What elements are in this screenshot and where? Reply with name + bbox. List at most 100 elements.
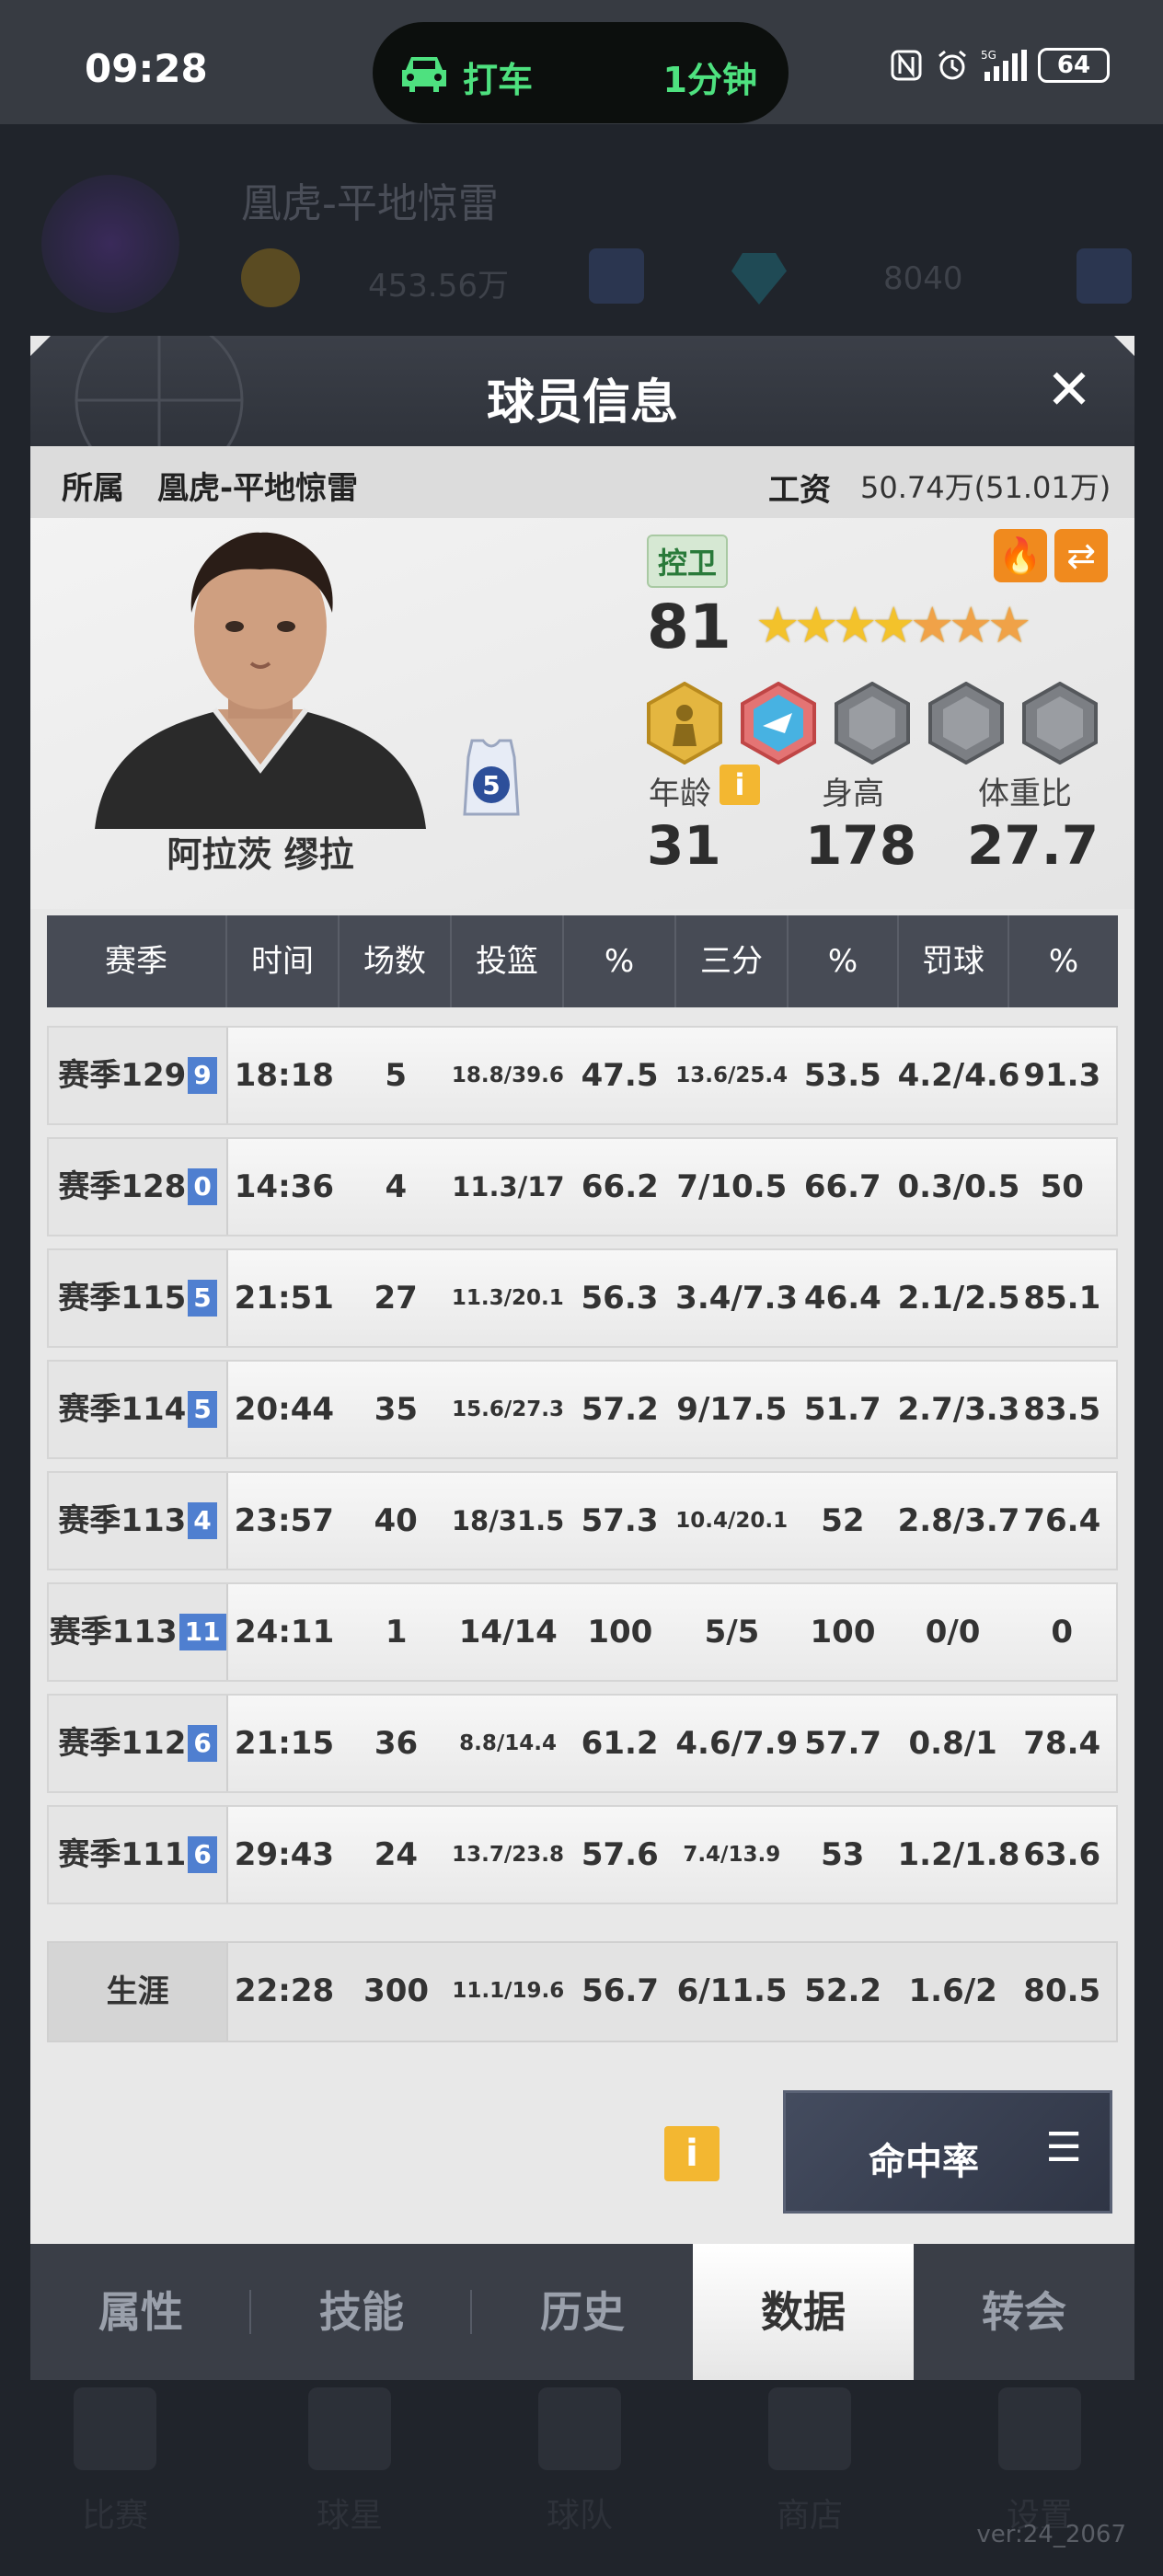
three-cell: 10.4/20.1 [675, 1509, 789, 1533]
header-ft-pct[interactable]: % [1009, 915, 1118, 1007]
time-cell: 23:57 [234, 1502, 334, 1539]
tab-attributes[interactable]: 属性 [30, 2244, 251, 2380]
alarm-icon [938, 50, 966, 80]
header-fg-pct[interactable]: % [564, 915, 676, 1007]
age-label: 年龄 [649, 776, 711, 812]
coin-icon [241, 248, 300, 307]
three-pct-cell: 66.7 [803, 1168, 881, 1205]
age-info-icon[interactable]: i [720, 765, 760, 805]
position-badge: 控卫 [647, 535, 729, 588]
career-three-pct: 52.2 [804, 1972, 882, 2009]
skill-badges [647, 682, 1098, 765]
team-logo [41, 175, 179, 313]
ft-pct-cell: 63.6 [1023, 1836, 1101, 1873]
games-cell: 36 [374, 1725, 419, 1762]
ft-pct-cell: 83.5 [1023, 1391, 1101, 1428]
team-name: 凰虎-平地惊雷 [157, 470, 359, 507]
ft-pct-cell: 91.3 [1023, 1057, 1101, 1094]
header-three[interactable]: 三分 [676, 915, 789, 1007]
height-label: 身高 [822, 776, 884, 812]
tab-transfer[interactable]: 转会 [914, 2244, 1134, 2380]
svg-text:5G: 5G [981, 49, 996, 62]
tab-data[interactable]: 数据 [693, 2244, 914, 2380]
height-value: 178 [805, 814, 917, 877]
season-cell: 赛季115 5 [49, 1250, 229, 1346]
fire-icon[interactable]: 🔥 [994, 529, 1047, 582]
three-pct-cell: 100 [810, 1614, 876, 1650]
three-cell: 9/17.5 [676, 1391, 788, 1428]
hit-rate-button[interactable]: 命中率 ☰ [783, 2090, 1112, 2214]
jersey-number-icon: 5 [463, 739, 520, 816]
table-row: 赛季113 4 23:57 40 18/31.5 57.3 10.4/20.1 5… [47, 1471, 1118, 1570]
player-portrait [95, 532, 426, 829]
ft-cell: 4.2/4.6 [897, 1057, 1020, 1094]
header-fg[interactable]: 投篮 [452, 915, 564, 1007]
fg-cell: 18/31.5 [451, 1505, 565, 1536]
taxi-eta: 1分钟 [662, 60, 757, 100]
team-salary-bar: 所属 凰虎-平地惊雷 工资 50.74万(51.01万) [30, 446, 1134, 518]
stats-table-body[interactable]: 赛季129 9 18:18 5 18.8/39.6 47.5 13.6/25.4 … [47, 1026, 1118, 1927]
star-icon: ★ [871, 596, 916, 654]
ft-pct-cell: 0 [1051, 1614, 1074, 1650]
locked-skill-icon[interactable] [1022, 682, 1098, 765]
fg-pct-cell: 56.3 [581, 1280, 659, 1317]
ft-cell: 0.3/0.5 [897, 1168, 1020, 1205]
battery-indicator: 64 [1038, 48, 1110, 83]
star-icon: ★ [833, 596, 878, 654]
fg-pct-cell: 47.5 [581, 1057, 659, 1094]
bg-nav-item: 球星 [299, 2387, 400, 2536]
three-pct-cell: 53.5 [803, 1057, 881, 1094]
tab-history[interactable]: 历史 [472, 2244, 693, 2380]
ft-cell: 2.7/3.3 [897, 1391, 1020, 1428]
career-three: 6/11.5 [676, 1972, 788, 2009]
add-coins-button [589, 248, 644, 304]
header-season[interactable]: 赛季 [47, 915, 227, 1007]
version-label: ver:24_2067 [976, 2521, 1126, 2548]
salary-value: 50.74万(51.01万) [860, 470, 1111, 505]
tab-bar: 属性 技能 历史 数据 转会 [30, 2244, 1134, 2380]
season-cell: 赛季114 5 [49, 1362, 229, 1457]
header-games[interactable]: 场数 [340, 915, 452, 1007]
three-cell: 7/10.5 [676, 1168, 788, 1205]
ft-cell: 2.8/3.7 [897, 1502, 1020, 1539]
fg-pct-cell: 57.3 [581, 1502, 659, 1539]
games-cell: 4 [385, 1168, 408, 1205]
three-pct-cell: 51.7 [803, 1391, 881, 1428]
header-ft[interactable]: 罚球 [899, 915, 1009, 1007]
season-cell: 赛季112 6 [49, 1696, 229, 1791]
add-gems-button [1077, 248, 1132, 304]
games-cell: 35 [374, 1391, 419, 1428]
season-cell: 赛季113 11 [49, 1584, 229, 1680]
career-row: 生涯 22:28 300 11.1/19.6 56.7 6/11.5 52.2 … [47, 1941, 1118, 2042]
locked-skill-icon[interactable] [835, 682, 910, 765]
taxi-pill[interactable]: 打车 1分钟 [373, 22, 789, 123]
swap-icon[interactable]: ⇄ [1054, 529, 1108, 582]
season-cell: 赛季111 6 [49, 1807, 229, 1903]
table-row: 赛季111 6 29:43 24 13.7/23.8 57.6 7.4/13.9 … [47, 1805, 1118, 1904]
games-cell: 40 [374, 1502, 418, 1539]
close-icon[interactable]: ✕ [1039, 360, 1100, 420]
age-value: 31 [647, 814, 721, 877]
salary-label: 工资 [768, 472, 831, 509]
gem-icon [731, 253, 787, 305]
coin-balance: 453.56万 [368, 268, 509, 305]
status-icons: 5G 64 [889, 48, 1110, 83]
games-cell: 27 [374, 1280, 418, 1317]
pass-skill-icon[interactable] [741, 682, 816, 765]
header-three-pct[interactable]: % [789, 915, 899, 1007]
signal-icon: 5G [981, 49, 1027, 81]
tab-skills[interactable]: 技能 [251, 2244, 472, 2380]
hit-rate-info-icon[interactable]: i [664, 2126, 720, 2181]
status-bar: 09:28 打车 1分钟 5G 64 [0, 0, 1163, 124]
header-time[interactable]: 时间 [227, 915, 340, 1007]
table-row: 赛季129 9 18:18 5 18.8/39.6 47.5 13.6/25.4 … [47, 1026, 1118, 1125]
fg-cell: 13.7/23.8 [452, 1843, 565, 1867]
three-pct-cell: 57.7 [804, 1725, 882, 1762]
bg-nav-item: 商店 [759, 2387, 860, 2536]
star-icon: ★ [949, 596, 994, 654]
locked-skill-icon[interactable] [928, 682, 1004, 765]
time-cell: 18:18 [234, 1057, 334, 1094]
player-skill-icon[interactable] [647, 682, 722, 765]
table-row: 赛季113 11 24:11 1 14/14 100 5/5 100 0/0 0 [47, 1582, 1118, 1682]
star-icon: ★ [987, 596, 1032, 654]
